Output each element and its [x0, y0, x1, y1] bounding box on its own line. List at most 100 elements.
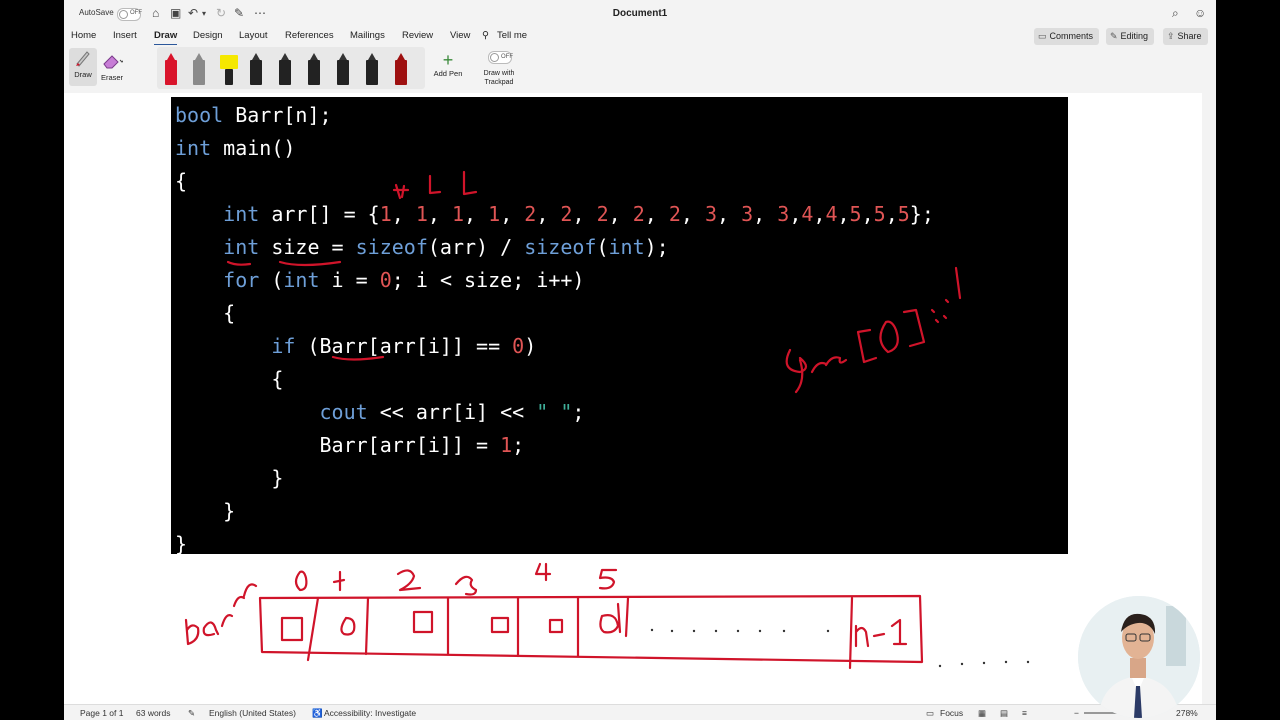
tab-design[interactable]: Design — [193, 30, 223, 41]
tab-view[interactable]: View — [450, 30, 470, 41]
tab-review[interactable]: Review — [402, 30, 433, 41]
focus-icon: ▭ — [926, 708, 935, 718]
code-line-8: if (Barr[arr[i]] == 0) — [271, 334, 537, 358]
tab-references[interactable]: References — [285, 30, 334, 41]
trackpad-toggle-state: OFF — [501, 54, 513, 60]
editing-button[interactable]: ✎ Editing — [1106, 28, 1155, 45]
accessibility-status[interactable]: Accessibility: Investigate — [324, 708, 416, 718]
pen-dark-red[interactable] — [394, 53, 408, 85]
code-line-3: { — [175, 169, 188, 193]
pen-body — [165, 60, 177, 85]
add-pen-icon: + — [442, 50, 454, 70]
share-label: Share — [1177, 31, 1202, 41]
tab-insert[interactable]: Insert — [113, 30, 137, 41]
accessibility-icon: ♿ — [312, 708, 323, 718]
tab-draw[interactable]: Draw — [154, 30, 178, 46]
toggle-knob — [490, 53, 499, 62]
pen-tip — [281, 53, 289, 60]
highlighter-yellow[interactable] — [220, 53, 238, 85]
pen-gallery — [157, 47, 425, 89]
eraser-label: Eraser — [100, 73, 124, 82]
word-count[interactable]: 63 words — [136, 708, 171, 718]
pen-body — [395, 60, 407, 85]
add-pen-label: Add Pen — [433, 69, 463, 78]
pen-tip — [339, 53, 347, 60]
pen-black-1[interactable] — [249, 53, 263, 85]
share-icon: ⇪ — [1167, 31, 1175, 41]
code-line-12: } — [175, 466, 284, 490]
proofing-icon[interactable]: ✎ — [188, 708, 195, 719]
code-line-1: bool Barr[n]; — [175, 103, 332, 127]
highlighter-body — [220, 55, 238, 69]
presenter-avatar — [1078, 596, 1200, 718]
pencil-icon: ✎ — [1110, 31, 1118, 41]
zoom-out-icon[interactable]: − — [1074, 708, 1079, 718]
pen-black-3[interactable] — [307, 53, 321, 85]
code-line-4: int arr[] = {1, 1, 1, 1, 2, 2, 2, 2, 2, … — [223, 202, 934, 226]
code-line-13: } — [175, 499, 236, 523]
tab-tell-me[interactable]: Tell me — [497, 30, 527, 41]
eraser-tool-button[interactable]: Eraser — [98, 51, 126, 82]
trackpad-label-line1: Draw with — [483, 70, 515, 77]
pen-tip — [167, 53, 175, 60]
trackpad-label-line2: Trackpad — [484, 79, 514, 86]
pen-tip — [195, 53, 203, 60]
share-person-icon[interactable]: ☺ — [1194, 6, 1206, 20]
document-canvas[interactable]: bool Barr[n]; int main() { int arr[] = {… — [64, 93, 1202, 704]
code-line-7: { — [175, 301, 236, 325]
tell-me-icon: ⚲ — [482, 30, 489, 41]
draw-tool-button[interactable]: Draw — [69, 48, 97, 86]
language[interactable]: English (United States) — [209, 708, 296, 718]
code-line-5: int size = sizeof(arr) / sizeof(int); — [223, 235, 669, 259]
eraser-icon — [103, 55, 125, 69]
page-count[interactable]: Page 1 of 1 — [80, 708, 123, 718]
document-title: Document1 — [612, 8, 668, 19]
comment-icon: ▭ — [1038, 31, 1047, 41]
trackpad-toggle[interactable]: OFF — [488, 51, 513, 64]
pen-gray[interactable] — [192, 53, 206, 85]
share-button[interactable]: ⇪ Share — [1163, 28, 1208, 45]
pen-body — [308, 60, 320, 85]
draw-toolbar: Draw Eraser + Add Pen OFF Draw with Trac… — [64, 45, 1216, 94]
draw-cursor-icon — [76, 51, 90, 67]
highlighter-handle — [225, 69, 233, 85]
focus-button[interactable]: Focus — [940, 708, 963, 718]
pen-body — [337, 60, 349, 85]
code-block: bool Barr[n]; int main() { int arr[] = {… — [171, 97, 1068, 556]
tab-layout[interactable]: Layout — [239, 30, 268, 41]
pen-tip — [310, 53, 318, 60]
editing-label: Editing — [1120, 31, 1149, 41]
presenter-webcam — [1078, 596, 1200, 718]
pen-body — [366, 60, 378, 85]
draw-label: Draw — [74, 70, 92, 79]
code-line-11: Barr[arr[i]] = 1; — [175, 433, 525, 457]
zoom-level[interactable]: 278% — [1176, 708, 1198, 718]
pen-tip — [397, 53, 405, 60]
pen-red[interactable] — [164, 53, 178, 85]
tab-mailings[interactable]: Mailings — [350, 30, 385, 41]
comments-label: Comments — [1049, 31, 1094, 41]
pen-black-2[interactable] — [278, 53, 292, 85]
pen-black-5[interactable] — [365, 53, 379, 85]
outline-view-icon[interactable]: ≡ — [1022, 708, 1027, 718]
pen-body — [193, 60, 205, 85]
code-line-6: for (int i = 0; i < size; i++) — [223, 268, 585, 292]
title-bar: AutoSave OFF ⌂ ▣ ↶ ▾ ↻ ✎ ⋯ Document1 ⌕ ☺ — [64, 0, 1216, 27]
draw-with-trackpad[interactable]: OFF Draw with Trackpad — [479, 51, 519, 87]
web-layout-icon[interactable]: ▤ — [1000, 708, 1008, 719]
print-layout-icon[interactable]: ▦ — [978, 708, 986, 719]
word-window: AutoSave OFF ⌂ ▣ ↶ ▾ ↻ ✎ ⋯ Document1 ⌕ ☺… — [64, 0, 1216, 720]
pen-body — [250, 60, 262, 85]
code-line-9: { — [175, 367, 284, 391]
add-pen-button[interactable]: + Add Pen — [431, 51, 465, 78]
vertical-scrollbar[interactable] — [1202, 93, 1216, 704]
comments-button[interactable]: ▭ Comments — [1034, 28, 1100, 45]
pen-body — [279, 60, 291, 85]
status-bar: Page 1 of 1 63 words ✎ English (United S… — [64, 704, 1216, 720]
search-icon[interactable]: ⌕ — [1172, 6, 1179, 21]
pen-black-4[interactable] — [336, 53, 350, 85]
code-line-14: } — [175, 532, 188, 556]
tab-home[interactable]: Home — [71, 30, 96, 41]
pen-tip — [368, 53, 376, 60]
pen-tip — [252, 53, 260, 60]
